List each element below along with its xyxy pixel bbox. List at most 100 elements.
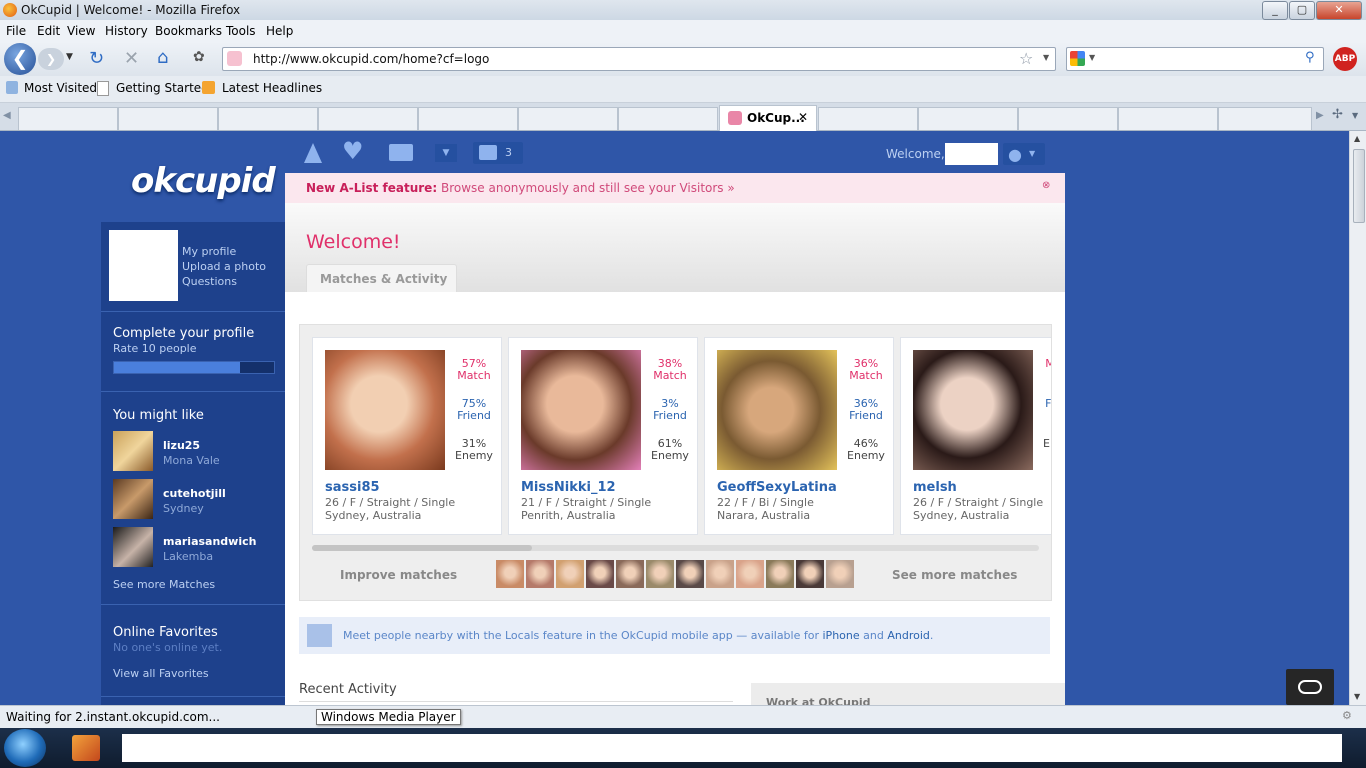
match-thumbnail[interactable] xyxy=(556,560,584,588)
tab-inactive[interactable] xyxy=(618,107,718,130)
tab-inactive[interactable] xyxy=(818,107,918,130)
suggestion-name[interactable]: mariasandwich xyxy=(163,535,256,548)
tab-scroll-right-icon[interactable]: ▶ xyxy=(1316,110,1324,121)
more-dropdown-icon[interactable]: ▼ xyxy=(435,144,457,162)
android-link[interactable]: Android xyxy=(887,629,930,642)
bookmark-getting-started[interactable]: Getting Started xyxy=(116,81,209,95)
upload-photo-link[interactable]: Upload a photo xyxy=(182,260,266,273)
match-thumbnail[interactable] xyxy=(496,560,524,588)
url-bar[interactable]: http://www.okcupid.com/home?cf=logo ☆ ▼ xyxy=(222,47,1056,71)
suggestion-avatar[interactable] xyxy=(113,527,153,567)
url-dropdown-icon[interactable]: ▼ xyxy=(1043,53,1049,62)
complete-profile-title[interactable]: Complete your profile xyxy=(113,326,254,341)
match-thumbnail[interactable] xyxy=(676,560,704,588)
match-thumbnail[interactable] xyxy=(706,560,734,588)
history-dropdown-icon[interactable]: ▼ xyxy=(66,52,73,62)
search-engine-dropdown-icon[interactable]: ▼ xyxy=(1089,53,1095,62)
rate-people-link[interactable]: Rate 10 people xyxy=(113,342,197,355)
match-card[interactable]: 38% Match 3% Friend 61% Enemy MissNikki_12 … xyxy=(508,337,698,535)
reload-icon[interactable]: ↻ xyxy=(89,48,104,69)
taskbar-buttons[interactable] xyxy=(122,734,1342,762)
match-photo[interactable] xyxy=(325,350,445,470)
forward-button[interactable]: ❯ xyxy=(38,48,64,70)
menu-tools[interactable]: Tools xyxy=(226,24,256,38)
menu-history[interactable]: History xyxy=(105,24,148,38)
messages-icon[interactable] xyxy=(389,144,413,161)
match-thumbnail[interactable] xyxy=(586,560,614,588)
heart-icon[interactable]: ♥ xyxy=(342,137,364,165)
tab-inactive[interactable] xyxy=(418,107,518,130)
tab-matches-activity[interactable]: Matches & Activity xyxy=(306,264,457,293)
bookmark-latest-headlines[interactable]: Latest Headlines xyxy=(222,81,322,95)
scroll-up-icon[interactable]: ▲ xyxy=(1354,134,1360,143)
tab-list-icon[interactable]: ▼ xyxy=(1352,111,1358,120)
tab-inactive[interactable] xyxy=(218,107,318,130)
match-card[interactable]: 57% Match 75% Friend 31% Enemy sassi85 26 /… xyxy=(312,337,502,535)
iphone-link[interactable]: iPhone xyxy=(823,629,860,642)
maximize-button[interactable]: ▢ xyxy=(1289,1,1315,20)
scroll-down-icon[interactable]: ▼ xyxy=(1354,692,1360,701)
tab-scroll-left-icon[interactable]: ◀ xyxy=(3,110,11,121)
tab-close-icon[interactable]: ✕ xyxy=(798,110,808,124)
match-thumbnail[interactable] xyxy=(736,560,764,588)
quicklaunch-icon[interactable] xyxy=(72,735,100,761)
tab-inactive[interactable] xyxy=(318,107,418,130)
suggestion-avatar[interactable] xyxy=(113,431,153,471)
my-profile-link[interactable]: My profile xyxy=(182,245,236,258)
match-thumbnail[interactable] xyxy=(826,560,854,588)
inbox-button[interactable]: 3 xyxy=(473,142,523,164)
match-username[interactable]: GeoffSexyLatina xyxy=(717,480,837,495)
match-photo[interactable] xyxy=(521,350,641,470)
search-magnifier-icon[interactable]: ⚲ xyxy=(1305,50,1315,65)
improve-matches-link[interactable]: Improve matches xyxy=(340,568,457,582)
match-photo[interactable] xyxy=(913,350,1033,470)
banner-close-icon[interactable]: ⊗ xyxy=(1042,180,1050,191)
tab-inactive[interactable] xyxy=(1118,107,1218,130)
matches-scrollbar[interactable] xyxy=(312,545,1039,551)
minimize-button[interactable]: _ xyxy=(1262,1,1288,20)
match-username[interactable]: MissNikki_12 xyxy=(521,480,616,495)
menu-view[interactable]: View xyxy=(67,24,95,38)
work-at-okcupid-title[interactable]: Work at OkCupid xyxy=(766,696,870,705)
chat-button[interactable] xyxy=(1286,669,1334,705)
home-icon[interactable]: ⌂ xyxy=(157,47,168,68)
stop-icon[interactable]: ✕ xyxy=(124,48,139,69)
tab-inactive[interactable] xyxy=(1218,107,1312,130)
okcupid-logo[interactable]: okcupid xyxy=(131,161,276,201)
match-photo[interactable] xyxy=(717,350,837,470)
adblock-icon[interactable]: ABP xyxy=(1333,47,1357,71)
tab-inactive[interactable] xyxy=(918,107,1018,130)
suggestion-name[interactable]: lizu25 xyxy=(163,439,200,452)
tab-active[interactable]: OkCup... ✕ xyxy=(719,105,817,131)
scrollbar-thumb[interactable] xyxy=(1353,149,1365,223)
new-tab-icon[interactable]: ✢ xyxy=(1332,107,1343,122)
alist-banner-text[interactable]: Browse anonymously and still see your Vi… xyxy=(441,181,735,195)
menu-edit[interactable]: Edit xyxy=(37,24,60,38)
see-more-matches-button[interactable]: See more matches xyxy=(892,568,1017,582)
google-icon[interactable] xyxy=(1070,51,1085,66)
menu-file[interactable]: File xyxy=(6,24,26,38)
match-thumbnail[interactable] xyxy=(796,560,824,588)
match-thumbnail[interactable] xyxy=(616,560,644,588)
match-thumbnail[interactable] xyxy=(646,560,674,588)
view-all-favorites-link[interactable]: View all Favorites xyxy=(113,667,209,680)
menu-help[interactable]: Help xyxy=(266,24,293,38)
suggestion-avatar[interactable] xyxy=(113,479,153,519)
suggestion-name[interactable]: cutehotjill xyxy=(163,487,226,500)
match-username[interactable]: melsh xyxy=(913,480,957,495)
tab-inactive[interactable] xyxy=(1018,107,1118,130)
addon-icon[interactable]: ✿ xyxy=(193,49,205,65)
profile-photo-placeholder[interactable] xyxy=(109,230,178,301)
close-window-button[interactable]: ✕ xyxy=(1316,1,1362,20)
tab-inactive[interactable] xyxy=(18,107,118,130)
see-more-matches-link[interactable]: See more Matches xyxy=(113,578,215,591)
match-thumbnail[interactable] xyxy=(766,560,794,588)
match-thumbnail[interactable] xyxy=(526,560,554,588)
match-username[interactable]: sassi85 xyxy=(325,480,380,495)
match-card[interactable]: 36% Match 36% Friend 46% Enemy GeoffSexyLat… xyxy=(704,337,894,535)
questions-link[interactable]: Questions xyxy=(182,275,237,288)
profile-flask-icon[interactable] xyxy=(304,143,322,163)
alist-banner[interactable]: New A-List feature: Browse anonymously a… xyxy=(285,173,1065,203)
start-button[interactable] xyxy=(4,729,46,767)
search-box[interactable]: ▼ ⚲ xyxy=(1066,47,1324,71)
